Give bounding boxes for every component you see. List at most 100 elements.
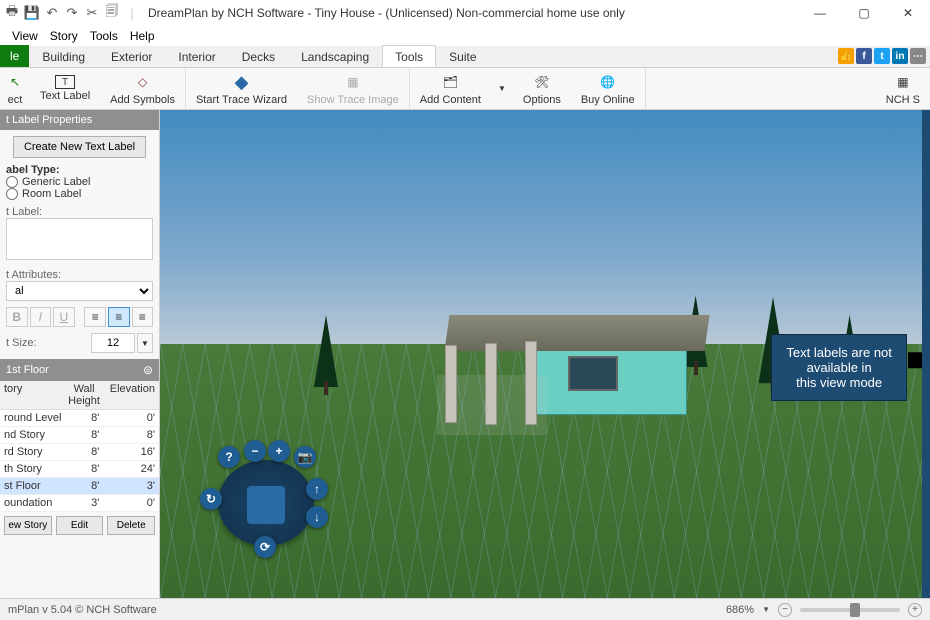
minimize-button[interactable]: —	[798, 0, 842, 26]
radio-room-label[interactable]: Room Label	[6, 188, 153, 200]
underline-button[interactable]: U	[53, 307, 75, 327]
ribbon-buy-online[interactable]: 🌐 Buy Online	[571, 68, 645, 109]
table-row[interactable]: round Level8'0'	[0, 410, 159, 427]
ribbon-select[interactable]: ↖ ect	[0, 68, 30, 109]
tab-landscaping[interactable]: Landscaping	[288, 45, 382, 67]
panel-header: t Label Properties	[0, 110, 159, 130]
trace-wizard-icon: ◆	[231, 71, 253, 93]
menu-tools[interactable]: Tools	[90, 29, 118, 43]
ribbon-add-content[interactable]: 🗂 Add Content	[410, 68, 491, 109]
menu-story[interactable]: Story	[50, 29, 78, 43]
tab-interior[interactable]: Interior	[165, 45, 228, 67]
ribbon-add-symbols[interactable]: ◇ Add Symbols	[100, 68, 185, 109]
up-icon[interactable]: ↑	[306, 478, 328, 500]
align-right-button[interactable]: ≡	[132, 307, 154, 327]
new-story-button[interactable]: ew Story	[4, 516, 52, 535]
radio-generic-label[interactable]: Generic Label	[6, 176, 153, 188]
table-row[interactable]: rd Story8'16'	[0, 444, 159, 461]
delete-story-button[interactable]: Delete	[107, 516, 155, 535]
reset-view-icon[interactable]: ⟳	[254, 536, 276, 558]
trace-image-icon: ▦	[342, 71, 364, 93]
font-select[interactable]: al	[6, 281, 153, 301]
social-more-icon[interactable]: ⋯	[910, 48, 926, 64]
col-elevation: Elevation	[106, 381, 159, 409]
symbols-icon: ◇	[132, 71, 154, 93]
add-content-icon: 🗂	[439, 71, 461, 93]
story-menu-icon[interactable]: ⊜	[143, 363, 153, 377]
ribbon-start-trace[interactable]: ◆ Start Trace Wizard	[186, 68, 297, 109]
maximize-button[interactable]: ▢	[842, 0, 886, 26]
zoom-slider[interactable]	[800, 608, 900, 612]
zoom-dropdown-icon[interactable]: ▼	[762, 605, 770, 614]
save-icon[interactable]: 💾	[24, 5, 40, 21]
properties-panel: t Label Properties Create New Text Label…	[0, 110, 160, 598]
tab-exterior[interactable]: Exterior	[98, 45, 165, 67]
tab-file[interactable]: le	[0, 45, 29, 67]
version-label: mPlan v 5.04 © NCH Software	[8, 604, 157, 616]
zoom-in-button[interactable]: +	[908, 603, 922, 617]
vert-separator: |	[124, 5, 140, 21]
table-row[interactable]: nd Story8'8'	[0, 427, 159, 444]
text-label-icon: T	[55, 75, 75, 89]
ribbon-options[interactable]: 🛠 Options	[513, 68, 571, 109]
table-row[interactable]: st Floor8'3'	[0, 478, 159, 495]
ribbon-show-trace: ▦ Show Trace Image	[297, 68, 409, 109]
print-icon[interactable]: 🖶	[4, 5, 20, 21]
globe-icon: 🌐	[597, 71, 619, 93]
table-row[interactable]: th Story8'24'	[0, 461, 159, 478]
story-table: tory Wall Height Elevation round Level8'…	[0, 381, 159, 512]
view-mode-tooltip: Text labels are notavailable inthis view…	[771, 334, 907, 401]
copy-icon[interactable]: 🗐	[104, 5, 120, 21]
window-title: DreamPlan by NCH Software - Tiny House -…	[140, 6, 798, 20]
zoom-out-button[interactable]: −	[778, 603, 792, 617]
rotate-left-icon[interactable]: ↻	[200, 488, 222, 510]
social-twitter-icon[interactable]: t	[874, 48, 890, 64]
text-label-field-label: t Label:	[6, 206, 153, 218]
navigation-widget[interactable]: ? − + 📷 ↻ ↑ ↓ ⟳	[206, 448, 326, 558]
zoom-out-icon[interactable]: −	[244, 440, 266, 462]
menu-help[interactable]: Help	[130, 29, 155, 43]
tab-building[interactable]: Building	[29, 45, 98, 67]
align-center-button[interactable]: ≡	[108, 307, 130, 327]
bold-button[interactable]: B	[6, 307, 28, 327]
italic-button[interactable]: I	[30, 307, 52, 327]
table-row[interactable]: oundation3'0'	[0, 495, 159, 512]
cut-icon[interactable]: ✂	[84, 5, 100, 21]
zoom-value: 686%	[726, 604, 754, 616]
ribbon-add-content-dropdown[interactable]: ▼	[491, 68, 513, 109]
col-wall-height: Wall Height	[62, 381, 105, 409]
close-button[interactable]: ✕	[886, 0, 930, 26]
attributes-label: t Attributes:	[6, 269, 153, 281]
camera-icon[interactable]: 📷	[294, 446, 316, 468]
tabbar: le Building Exterior Interior Decks Land…	[0, 46, 930, 68]
help-icon[interactable]: ?	[218, 446, 240, 468]
create-text-label-button[interactable]: Create New Text Label	[13, 136, 146, 158]
zoom-in-icon[interactable]: +	[268, 440, 290, 462]
house-model	[437, 315, 697, 465]
menu-view[interactable]: View	[12, 29, 38, 43]
align-left-button[interactable]: ≡	[84, 307, 106, 327]
undo-icon[interactable]: ↶	[44, 5, 60, 21]
suite-icon: ▦	[892, 71, 914, 93]
pan-control[interactable]	[247, 486, 285, 524]
text-label-input[interactable]	[6, 218, 153, 260]
chevron-down-icon: ▼	[491, 78, 513, 100]
3d-viewport[interactable]: Text labels are notavailable inthis view…	[160, 110, 930, 598]
tab-suite[interactable]: Suite	[436, 45, 489, 67]
font-size-input[interactable]	[91, 333, 135, 353]
down-icon[interactable]: ↓	[306, 506, 328, 528]
ribbon-nch-suite[interactable]: ▦ NCH S	[876, 68, 930, 109]
options-icon: 🛠	[531, 71, 553, 93]
font-size-dropdown[interactable]: ▼	[137, 333, 153, 353]
tab-tools[interactable]: Tools	[382, 45, 436, 67]
tab-decks[interactable]: Decks	[229, 45, 288, 67]
social-linkedin-icon[interactable]: in	[892, 48, 908, 64]
edit-story-button[interactable]: Edit	[56, 516, 104, 535]
social-facebook-icon[interactable]: f	[856, 48, 872, 64]
social-like-icon[interactable]: 👍	[838, 48, 854, 64]
col-story: tory	[0, 381, 62, 409]
ribbon-text-label[interactable]: T Text Label	[30, 68, 100, 109]
story-panel-header: 1st Floor ⊜	[0, 359, 159, 381]
label-type-label: abel Type:	[6, 164, 153, 176]
redo-icon[interactable]: ↷	[64, 5, 80, 21]
